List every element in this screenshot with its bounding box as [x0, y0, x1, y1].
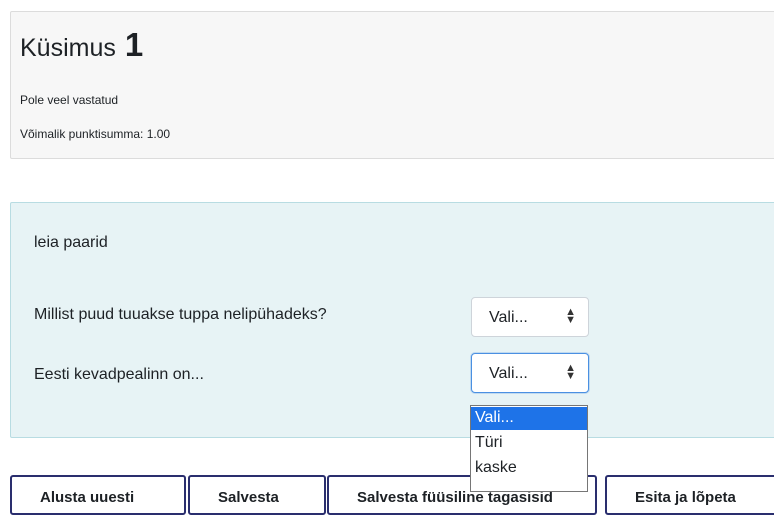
question-info-panel: Küsimus 1 Pole veel vastatud Võimalik pu…: [10, 11, 774, 159]
submit-finish-button[interactable]: Esita ja lõpeta: [605, 475, 774, 515]
question-state: Pole veel vastatud: [20, 93, 119, 107]
question-text: leia paarid: [34, 234, 108, 251]
select-arrows-icon: ▲ ▼: [565, 362, 576, 382]
question-number: 1: [124, 26, 144, 63]
select-value: Vali...: [489, 309, 528, 326]
dropdown-option[interactable]: Vali...: [471, 407, 587, 430]
question-heading: Küsimus 1: [20, 26, 143, 64]
select-arrows-icon: ▲ ▼: [565, 306, 576, 326]
match-select-1[interactable]: Vali... ▲ ▼: [471, 297, 589, 337]
select-value: Vali...: [489, 365, 528, 382]
match-select-2[interactable]: Vali... ▲ ▼: [471, 353, 589, 393]
match-row-label-1: Millist puud tuuakse tuppa nelipühadeks?: [34, 306, 327, 323]
restart-button[interactable]: Alusta uuesti: [10, 475, 186, 515]
question-label: Küsimus: [20, 34, 116, 62]
save-button[interactable]: Salvesta: [188, 475, 326, 515]
question-content-panel: leia paarid Millist puud tuuakse tuppa n…: [10, 202, 774, 438]
question-grade: Võimalik punktisumma: 1.00: [20, 127, 171, 141]
match-row-label-2: Eesti kevadpealinn on...: [34, 366, 204, 383]
dropdown-option[interactable]: Türi: [471, 432, 587, 455]
select-dropdown-list: Vali... Türi kaske: [470, 405, 588, 492]
dropdown-option[interactable]: kaske: [471, 457, 587, 480]
